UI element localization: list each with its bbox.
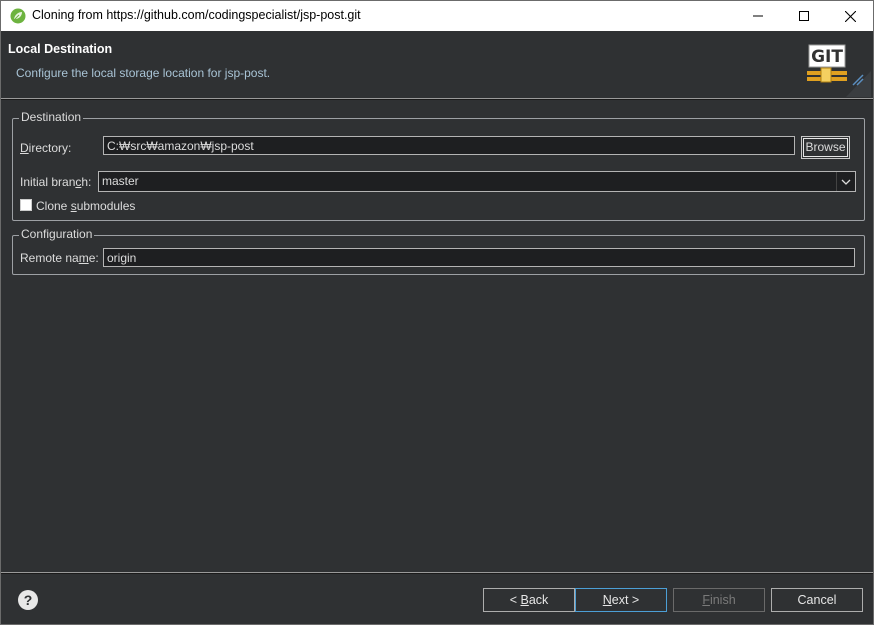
cancel-button[interactable]: Cancel <box>771 588 863 612</box>
maximize-button[interactable] <box>781 1 827 31</box>
chevron-down-icon[interactable] <box>836 172 855 191</box>
next-button[interactable]: Next > <box>575 588 667 612</box>
maximize-icon <box>799 11 809 21</box>
directory-label: Directory: <box>20 141 72 155</box>
directory-input[interactable]: C:₩src₩amazon₩jsp-post <box>103 136 795 155</box>
git-logo-text: GIT <box>811 47 843 67</box>
clone-submodules-label: Clone submodules <box>36 199 136 213</box>
minimize-icon <box>753 15 763 17</box>
initial-branch-select[interactable]: master <box>98 171 856 192</box>
remote-name-input[interactable]: origin <box>103 248 855 267</box>
initial-branch-label: Initial branch: <box>20 175 92 189</box>
browse-button[interactable]: Browse <box>801 136 850 159</box>
configuration-legend: Configuration <box>19 227 95 241</box>
clone-wizard-window: Cloning from https://github.com/codingsp… <box>0 0 874 625</box>
close-icon <box>844 10 856 22</box>
finish-button[interactable]: Finish <box>673 588 765 612</box>
spring-leaf-icon <box>10 8 26 24</box>
page-description: Configure the local storage location for… <box>16 66 271 80</box>
git-logo-icon: GIT <box>807 44 871 97</box>
help-icon[interactable]: ? <box>18 590 38 610</box>
header-separator-shadow <box>1 99 873 100</box>
title-bar[interactable]: Cloning from https://github.com/codingsp… <box>1 1 873 31</box>
window-title: Cloning from https://github.com/codingsp… <box>32 8 361 22</box>
remote-name-label: Remote name: <box>20 251 99 265</box>
minimize-button[interactable] <box>735 1 781 31</box>
back-button[interactable]: < Back <box>483 588 575 612</box>
destination-legend: Destination <box>19 110 84 124</box>
clone-submodules-checkbox[interactable] <box>20 199 32 211</box>
page-title: Local Destination <box>8 42 113 56</box>
destination-group: Destination <box>12 110 865 221</box>
initial-branch-value: master <box>102 174 139 188</box>
close-button[interactable] <box>827 1 873 31</box>
footer-separator-shadow <box>1 573 873 574</box>
wizard-header: Local Destination Configure the local st… <box>1 31 873 98</box>
